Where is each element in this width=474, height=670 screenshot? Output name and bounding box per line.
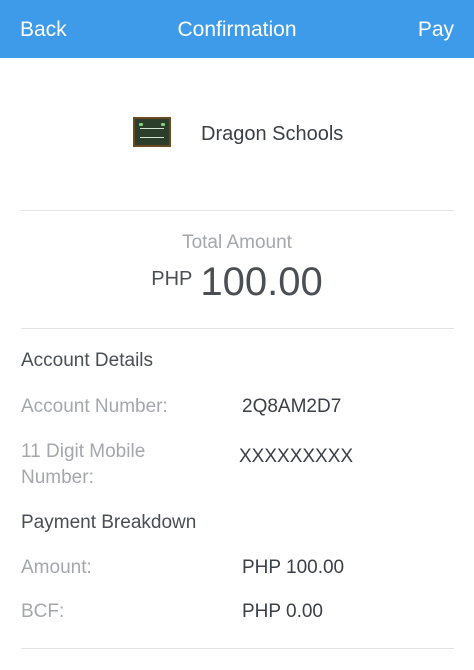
- mobile-number-label-line1: 11 Digit Mobile: [21, 441, 146, 462]
- account-number-value: 2Q8AM2D7: [242, 396, 342, 417]
- account-number-label: Account Number:: [21, 396, 168, 417]
- mobile-number-value: XXXXXXXXX: [239, 446, 354, 467]
- back-button[interactable]: Back: [20, 0, 67, 58]
- navigation-bar: Confirmation Back Pay: [0, 0, 474, 58]
- amount-label: Amount:: [21, 557, 92, 578]
- total-amount-label: Total Amount: [182, 232, 292, 253]
- bcf-value: PHP 0.00: [242, 601, 323, 622]
- merchant-name: Dragon Schools: [201, 123, 344, 145]
- divider: [21, 210, 454, 211]
- bcf-label: BCF:: [21, 601, 65, 622]
- merchant-header: Dragon Schools: [0, 108, 474, 158]
- account-details-title: Account Details: [21, 350, 154, 371]
- divider: [21, 648, 454, 649]
- total-currency: PHP: [151, 268, 193, 290]
- total-amount-value: 100.00: [200, 260, 323, 304]
- payment-breakdown-title: Payment Breakdown: [21, 512, 197, 533]
- divider: [21, 328, 454, 329]
- pay-button[interactable]: Pay: [418, 0, 454, 58]
- amount-value: PHP 100.00: [242, 557, 345, 578]
- page-title: Confirmation: [177, 18, 297, 41]
- chalkboard-logo-icon: [133, 117, 171, 147]
- mobile-number-label-line2: Number:: [21, 467, 94, 488]
- total-amount: PHP 100.00: [0, 260, 474, 305]
- mobile-number-label: 11 Digit Mobile Number:: [21, 439, 145, 491]
